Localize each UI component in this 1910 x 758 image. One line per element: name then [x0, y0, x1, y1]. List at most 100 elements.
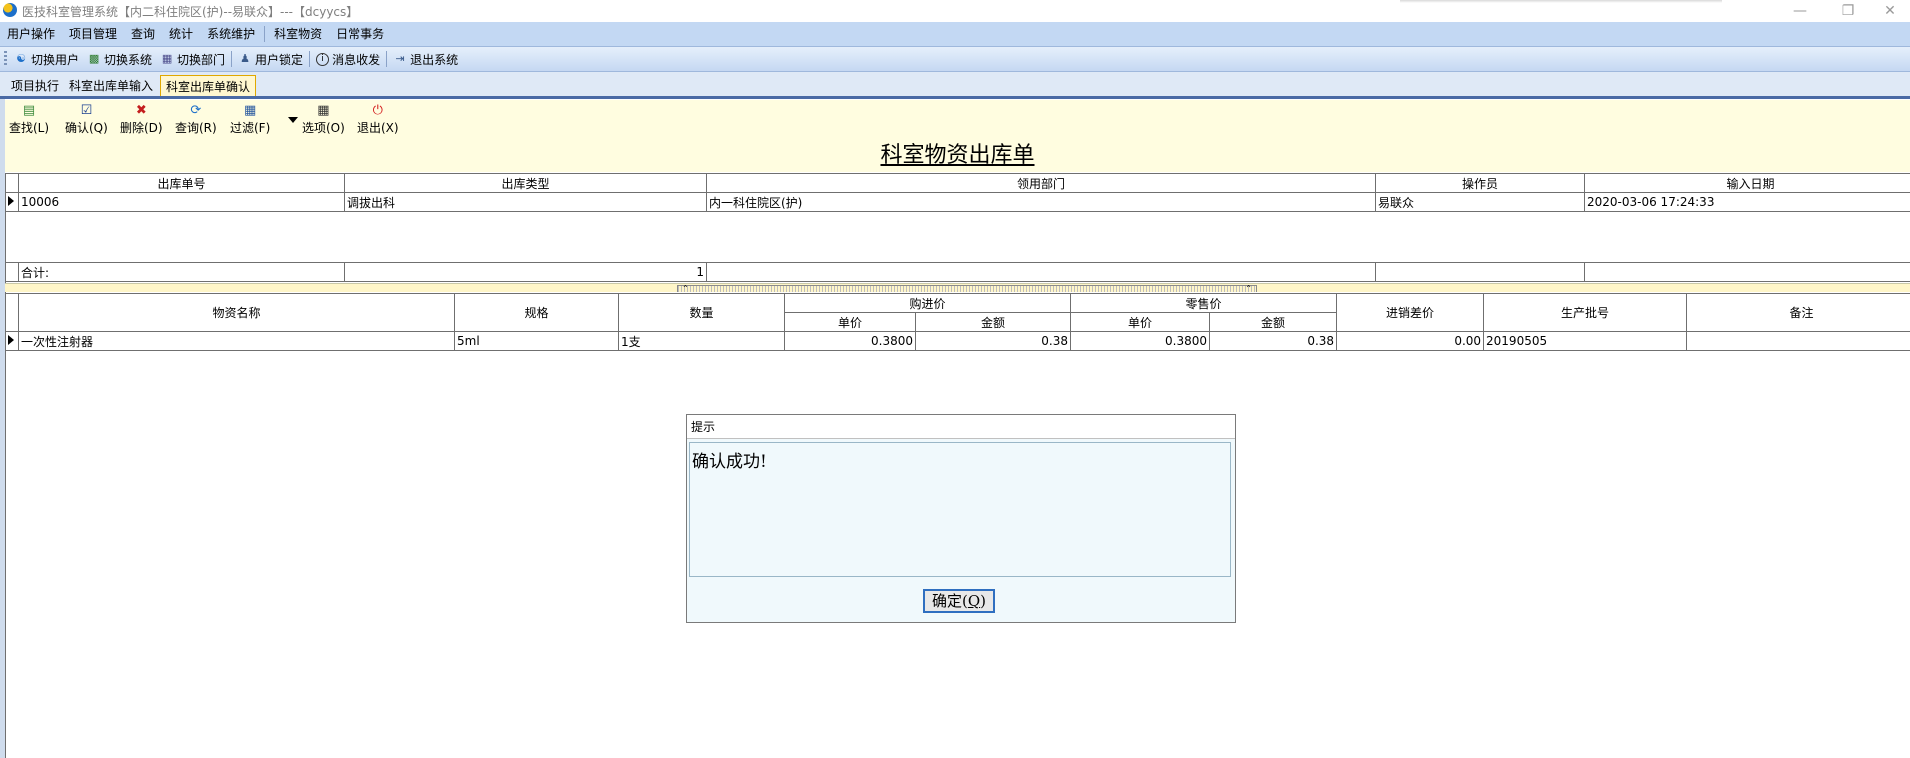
menu-statistics[interactable]: 统计	[162, 22, 200, 46]
header-operator[interactable]: 操作员	[1375, 173, 1585, 193]
menu-project-management[interactable]: 项目管理	[62, 22, 124, 46]
prompt-dialog: 提示 确认成功! 确定(Q)	[686, 414, 1236, 623]
cell-input-date[interactable]: 2020-03-06 17:24:33	[1584, 192, 1910, 212]
header-spec[interactable]: 规格	[454, 293, 619, 332]
cell-retail-amount[interactable]: 0.38	[1209, 331, 1338, 351]
ok-button[interactable]: 确定(Q)	[923, 589, 995, 613]
exit-system-label: 退出系统	[410, 52, 459, 67]
tab-outbound-input[interactable]: 科室出库单输入	[64, 75, 158, 97]
cell-spec[interactable]: 5ml	[454, 331, 619, 351]
form-title: 科室物资出库单	[880, 143, 1035, 168]
tab-strip: 项目执行 科室出库单输入 科室出库单确认	[0, 72, 1910, 98]
table-row[interactable]: 一次性注射器 5ml 1支 0.3800 0.38 0.3800 0.38 0.…	[5, 331, 1910, 351]
switch-system-button[interactable]: ▩ 切换系统	[83, 51, 156, 68]
menu-bar: 用户操作 项目管理 查询 统计 系统维护 科室物资 日常事务	[0, 22, 1910, 47]
header-retail-price: 零售价	[1070, 293, 1338, 313]
cell-price-difference[interactable]: 0.00	[1336, 331, 1485, 351]
header-quantity[interactable]: 数量	[618, 293, 785, 332]
menu-daily-affairs[interactable]: 日常事务	[329, 22, 391, 46]
find-icon: ▤	[22, 103, 36, 118]
filter-dropdown-caret-icon[interactable]	[288, 117, 298, 123]
row-indicator	[5, 331, 19, 351]
switch-user-button[interactable]: ☯ 切换用户	[10, 51, 83, 68]
ok-button-suffix: )	[980, 592, 987, 610]
header-receiving-dept[interactable]: 领用部门	[706, 173, 1376, 193]
menu-user-operation[interactable]: 用户操作	[0, 22, 62, 46]
header-price-difference[interactable]: 进销差价	[1336, 293, 1485, 332]
switch-department-icon: ▦	[161, 52, 173, 65]
cell-item-name[interactable]: 一次性注射器	[18, 331, 455, 351]
master-header-row: 出库单号 出库类型 领用部门 操作员 输入日期	[5, 173, 1910, 193]
cell-purchase-amount[interactable]: 0.38	[914, 331, 1072, 351]
menu-system-maintenance[interactable]: 系统维护	[200, 22, 262, 46]
row-indicator-header	[5, 173, 19, 193]
detail-grid: 物资名称 规格 数量 购进价 零售价 进销差价 生产批号 备注 单价 金额 单价…	[5, 293, 1910, 351]
title-bar: 医技科室管理系统【内二科住院区(护)--易联众】---【dcyycs】 — ❐ …	[0, 0, 1910, 22]
restore-icon[interactable]: ❐	[1828, 1, 1868, 21]
exit-button[interactable]: ⏻ 退出(X)	[357, 103, 399, 136]
message-label: 消息收发	[332, 52, 381, 67]
current-row-arrow-icon	[8, 196, 14, 206]
header-retail-amount[interactable]: 金额	[1209, 312, 1338, 332]
toolbar-separator	[386, 51, 388, 67]
exit-label: 退出(X)	[357, 121, 399, 135]
header-input-date[interactable]: 输入日期	[1584, 173, 1910, 193]
filter-button[interactable]: ▦ 过滤(F)	[230, 103, 270, 136]
cell-receiving-dept[interactable]: 内一科住院区(护)	[706, 192, 1376, 212]
options-icon: ▦	[317, 103, 330, 118]
header-outbound-no[interactable]: 出库单号	[18, 173, 345, 193]
user-lock-icon: ♟	[240, 52, 250, 65]
window-title: 医技科室管理系统【内二科住院区(护)--易联众】---【dcyycs】	[22, 5, 359, 19]
switch-department-label: 切换部门	[177, 52, 226, 67]
delete-label: 删除(D)	[120, 121, 163, 135]
minimize-icon[interactable]: —	[1780, 1, 1820, 21]
tab-project-execution[interactable]: 项目执行	[6, 75, 64, 97]
title-shadow	[1400, 0, 1722, 3]
cell-remark[interactable]	[1686, 331, 1910, 351]
refresh-query-icon: ⟳	[190, 103, 202, 118]
tab-outbound-confirm[interactable]: 科室出库单确认	[160, 75, 257, 97]
header-retail-unit-price[interactable]: 单价	[1070, 312, 1211, 332]
master-total-row: 合计: 1	[5, 262, 1910, 282]
cell-operator[interactable]: 易联众	[1375, 192, 1585, 212]
ok-button-label: 确定(	[931, 592, 968, 610]
cell-retail-unit-price[interactable]: 0.3800	[1070, 331, 1211, 351]
filter-label: 过滤(F)	[230, 121, 271, 135]
find-button[interactable]: ▤ 查找(L)	[9, 103, 49, 136]
total-indicator	[5, 262, 19, 282]
master-grid: 出库单号 出库类型 领用部门 操作员 输入日期 10006 调拔出科 内一科住院…	[5, 173, 1910, 212]
cell-outbound-type[interactable]: 调拔出科	[344, 192, 707, 212]
confirm-button[interactable]: ☑ 确认(Q)	[65, 103, 108, 136]
close-icon[interactable]: ✕	[1870, 1, 1910, 21]
user-lock-button[interactable]: ♟ 用户锁定	[234, 51, 307, 68]
options-button[interactable]: ▦ 选项(O)	[302, 103, 345, 136]
toolbar-separator	[231, 51, 233, 67]
switch-user-icon: ☯	[16, 52, 26, 65]
query-label: 查询(R)	[175, 121, 217, 135]
message-icon: i	[316, 52, 330, 66]
menu-query[interactable]: 查询	[124, 22, 162, 46]
header-item-name[interactable]: 物资名称	[18, 293, 455, 332]
header-remark[interactable]: 备注	[1686, 293, 1910, 332]
form-title-bar: 科室物资出库单	[5, 140, 1910, 172]
query-button[interactable]: ⟳ 查询(R)	[175, 103, 217, 136]
cell-batch-number[interactable]: 20190505	[1483, 331, 1688, 351]
confirm-checkbox-icon: ☑	[80, 103, 93, 118]
header-purchase-amount[interactable]: 金额	[914, 312, 1072, 332]
exit-system-button[interactable]: ⇥ 退出系统	[389, 51, 462, 68]
total-label: 合计:	[18, 262, 345, 282]
header-purchase-unit-price[interactable]: 单价	[784, 312, 916, 332]
delete-button[interactable]: ✖ 删除(D)	[120, 103, 163, 136]
message-button[interactable]: i 消息收发	[312, 51, 384, 68]
cell-quantity[interactable]: 1支	[618, 331, 785, 351]
toolbar-grip[interactable]	[4, 51, 7, 67]
row-indicator-header	[5, 293, 19, 332]
cell-purchase-unit-price[interactable]: 0.3800	[784, 331, 916, 351]
header-batch-number[interactable]: 生产批号	[1483, 293, 1688, 332]
switch-department-button[interactable]: ▦ 切换部门	[156, 51, 229, 68]
table-row[interactable]: 10006 调拔出科 内一科住院区(护) 易联众 2020-03-06 17:2…	[5, 192, 1910, 212]
header-outbound-type[interactable]: 出库类型	[344, 173, 707, 193]
total-empty-cell	[706, 262, 1376, 282]
cell-outbound-no[interactable]: 10006	[18, 192, 345, 212]
menu-department-supplies[interactable]: 科室物资	[267, 22, 329, 46]
